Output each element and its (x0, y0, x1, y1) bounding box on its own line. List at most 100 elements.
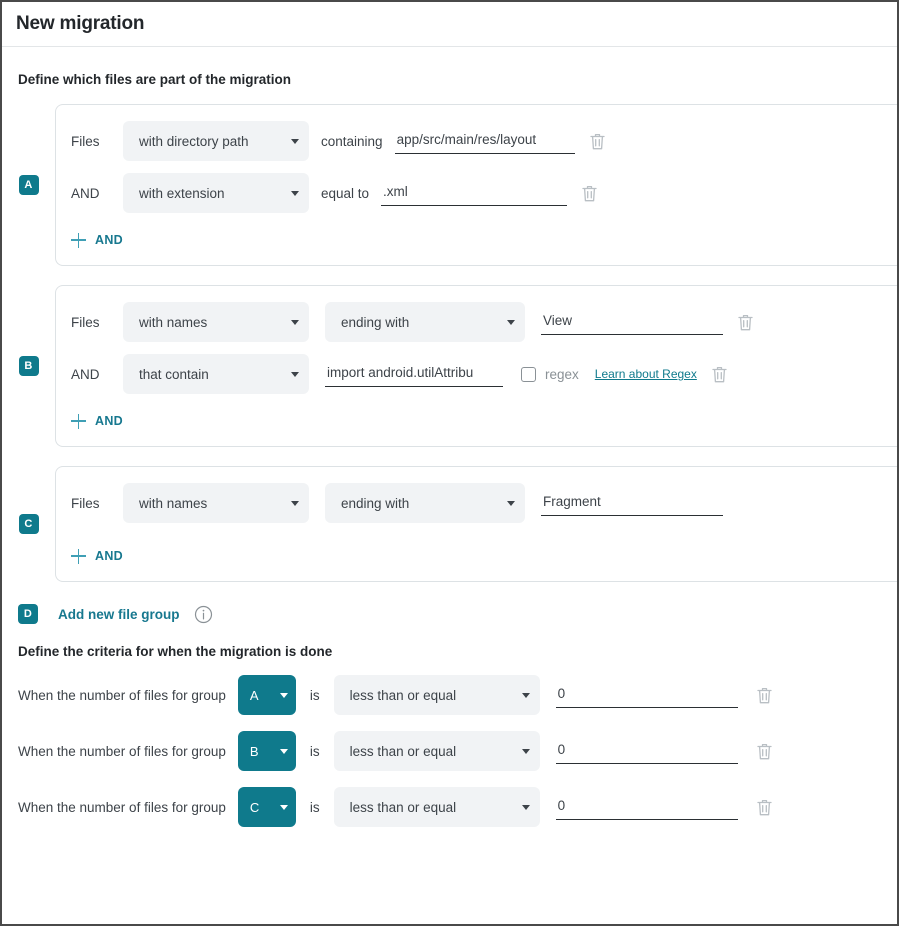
chevron-down-icon (291, 371, 299, 377)
delete-condition-icon[interactable] (711, 365, 728, 384)
condition-row: Files with directory path containing (56, 121, 897, 161)
condition-type-value: with directory path (139, 133, 249, 149)
condition-row: AND that contain regex Learn about Regex (56, 354, 897, 394)
condition-type-value: with names (139, 314, 208, 330)
condition-operator-value: ending with (341, 495, 410, 511)
condition-type-select[interactable]: with names (123, 302, 309, 342)
criteria-group-value: A (249, 687, 259, 703)
condition-type-select[interactable]: with extension (123, 173, 309, 213)
contains-text-input[interactable] (325, 361, 503, 387)
criteria-is-label: is (309, 743, 320, 759)
delete-condition-icon[interactable] (589, 132, 606, 151)
condition-type-select[interactable]: that contain (123, 354, 309, 394)
chevron-down-icon (291, 138, 299, 144)
new-migration-window: New migration Define which files are par… (0, 0, 899, 926)
criteria-group-select-b[interactable]: B (237, 731, 296, 771)
criteria-group-value: C (249, 799, 260, 815)
condition-operator-value: ending with (341, 314, 410, 330)
file-group-card-c: Files with names ending with AND (55, 466, 897, 582)
criteria-comparator-value: less than or equal (349, 687, 457, 703)
condition-operator-select[interactable]: ending with (325, 483, 525, 523)
page-title: New migration (16, 13, 145, 34)
condition-type-value: with extension (139, 185, 225, 201)
condition-type-value: with names (139, 495, 208, 511)
add-and-condition-button[interactable]: AND (56, 406, 161, 436)
plus-icon (71, 548, 86, 564)
delete-criteria-icon[interactable] (756, 742, 773, 761)
chevron-down-icon (279, 748, 288, 754)
file-group-card-b: Files with names ending with View AND th… (55, 285, 897, 447)
file-group-card-a: Files with directory path containing app… (55, 104, 897, 266)
add-and-condition-button[interactable]: AND (56, 541, 161, 571)
add-and-condition-button[interactable]: AND (56, 225, 161, 255)
criteria-comparator-select[interactable]: less than or equal (333, 731, 540, 771)
chevron-down-icon (521, 804, 530, 810)
files-section-heading: Define which files are part of the migra… (18, 72, 292, 87)
criteria-row: When the number of files for group C is … (2, 787, 897, 827)
name-pattern-input[interactable] (541, 309, 723, 335)
file-group-b: B Files with names ending with View AND … (2, 285, 897, 447)
criteria-prefix-label: When the number of files for group (18, 687, 226, 703)
add-and-label: AND (95, 549, 123, 563)
criteria-prefix-label: When the number of files for group (18, 743, 226, 759)
criteria-comparator-value: less than or equal (349, 743, 457, 759)
criteria-group-value: B (249, 743, 259, 759)
condition-mid-label: containing (321, 133, 383, 149)
criteria-row: When the number of files for group A is … (2, 675, 897, 715)
criteria-group-select-a[interactable]: A (237, 675, 296, 715)
chevron-down-icon (521, 748, 530, 754)
name-pattern-input[interactable] (541, 490, 723, 516)
condition-row: Files with names ending with (56, 302, 897, 342)
criteria-comparator-value: less than or equal (349, 799, 457, 815)
criteria-group-select-c[interactable]: C (237, 787, 296, 827)
regex-label: regex (545, 366, 579, 382)
file-group-a: A Files with directory path containing a… (2, 104, 897, 266)
group-badge-a: A (18, 175, 39, 195)
condition-type-select[interactable]: with directory path (123, 121, 309, 161)
window-content: Define which files are part of the migra… (2, 47, 897, 827)
criteria-comparator-select[interactable]: less than or equal (333, 675, 540, 715)
condition-type-select[interactable]: with names (123, 483, 309, 523)
condition-prefix-label: AND (71, 185, 100, 201)
group-badge-col: D (2, 604, 58, 624)
chevron-down-icon (291, 319, 299, 325)
criteria-row: When the number of files for group B is … (2, 731, 897, 771)
condition-prefix-label: Files (71, 314, 100, 330)
delete-criteria-icon[interactable] (756, 686, 773, 705)
chevron-down-icon (279, 692, 288, 698)
group-badge-col: C (2, 514, 55, 534)
condition-prefix-label: Files (71, 133, 100, 149)
criteria-value-input[interactable] (555, 738, 738, 764)
file-group-c: C Files with names ending with Fragment … (2, 466, 897, 582)
chevron-down-icon (521, 692, 530, 698)
criteria-value-input[interactable] (555, 794, 738, 820)
condition-prefix-label: AND (71, 366, 100, 382)
info-icon[interactable] (194, 605, 213, 624)
criteria-is-label: is (309, 687, 320, 703)
condition-row: Files with names ending with (56, 483, 897, 523)
add-and-label: AND (95, 414, 123, 428)
condition-operator-select[interactable]: ending with (325, 302, 525, 342)
directory-path-input[interactable] (394, 128, 575, 154)
regex-checkbox[interactable] (521, 366, 536, 382)
add-new-file-group-label[interactable]: Add new file group (58, 607, 180, 622)
delete-condition-icon[interactable] (581, 184, 598, 203)
group-badge-col: A (2, 175, 55, 195)
condition-type-value: that contain (139, 366, 209, 382)
condition-mid-label: equal to (321, 185, 370, 201)
group-badge-col: B (2, 356, 55, 376)
group-badge-d: D (18, 604, 38, 624)
delete-criteria-icon[interactable] (756, 798, 773, 817)
learn-about-regex-link[interactable]: Learn about Regex (595, 367, 697, 381)
delete-condition-icon[interactable] (737, 313, 754, 332)
criteria-is-label: is (309, 799, 320, 815)
group-badge-c: C (18, 514, 39, 534)
plus-icon (71, 413, 86, 429)
window-header: New migration (2, 2, 897, 47)
add-new-file-group-row[interactable]: D Add new file group (2, 604, 897, 624)
chevron-down-icon (279, 804, 288, 810)
criteria-value-input[interactable] (555, 682, 738, 708)
extension-input[interactable] (381, 180, 568, 206)
criteria-comparator-select[interactable]: less than or equal (333, 787, 540, 827)
criteria-section-heading: Define the criteria for when the migrati… (18, 644, 333, 659)
